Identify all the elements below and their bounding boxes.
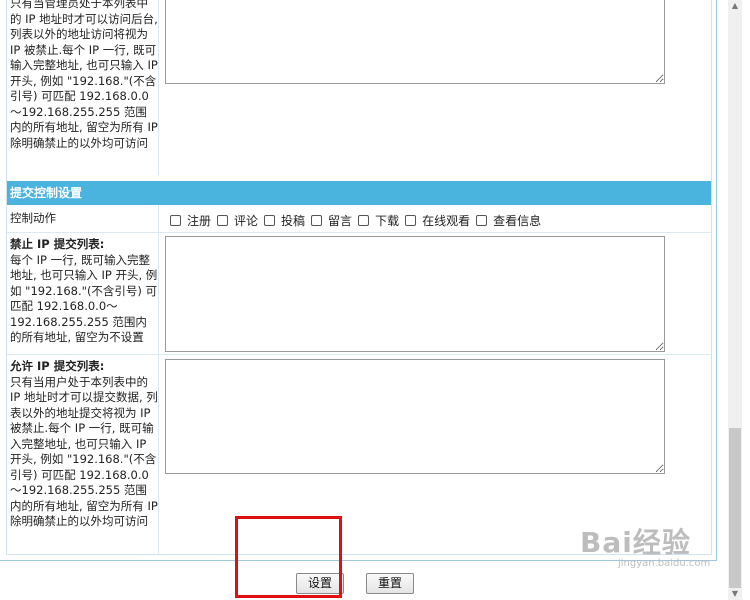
control-action-row: 控制动作 注册 评论 投稿 留言 下载 在线观看 查看信息 [7,205,711,233]
checkbox-download[interactable]: 下载 [358,212,399,229]
control-action-label: 控制动作 [7,205,159,232]
page-scrollbar-thumb[interactable] [729,428,741,588]
admin-ip-textarea[interactable] [165,0,665,84]
control-action-options: 注册 评论 投稿 留言 下载 在线观看 查看信息 [170,212,547,229]
settings-panel: 只有当管理员处于本列表中的 IP 地址时才可以访问后台, 列表以外的地址访问将视… [6,0,712,555]
checkbox-comment-box[interactable] [217,215,229,226]
checkbox-comment[interactable]: 评论 [217,212,258,229]
checkbox-online-watch-label: 在线观看 [422,214,471,228]
checkbox-submission-box[interactable] [264,215,276,226]
watermark: Bai经验 jingyan.baidu.com [580,526,720,570]
checkbox-register-box[interactable] [170,215,181,226]
checkbox-register-label: 注册 [187,214,212,228]
checkbox-submission[interactable]: 投稿 [264,212,305,229]
ban-submit-textarea[interactable] [165,236,665,352]
control-action-label-text: 控制动作 [10,211,56,225]
allow-submit-desc: 只有当用户处于本列表中的 IP 地址时才可以提交数据, 列表以外的地址提交将视为… [10,374,158,529]
checkbox-comment-label: 评论 [234,214,259,228]
checkbox-download-label: 下载 [375,214,400,228]
admin-ip-row: 只有当管理员处于本列表中的 IP 地址时才可以访问后台, 列表以外的地址访问将视… [7,0,711,182]
reset-button[interactable]: 重置 [366,573,414,594]
annotation-highlight-box [235,516,342,598]
admin-ip-desc: 只有当管理员处于本列表中的 IP 地址时才可以访问后台, 列表以外的地址访问将视… [10,0,158,150]
submit-control-section-header: 提交控制设置 [7,181,711,205]
allow-submit-row: 允许 IP 提交列表: 只有当用户处于本列表中的 IP 地址时才可以提交数据, … [7,355,711,554]
ban-submit-row: 禁止 IP 提交列表: 每个 IP 一行, 既可输入完整地址, 也可只输入 IP… [7,233,711,355]
ban-submit-desc: 每个 IP 一行, 既可输入完整地址, 也可只输入 IP 开头, 例如 "192… [10,252,158,345]
allow-submit-title: 允许 IP 提交列表: [10,359,105,373]
checkbox-register[interactable]: 注册 [170,212,211,229]
allow-submit-textarea[interactable] [165,359,665,474]
scroll-up-icon[interactable]: ▲ [728,0,742,12]
ban-submit-label: 禁止 IP 提交列表: 每个 IP 一行, 既可输入完整地址, 也可只输入 IP… [7,233,159,354]
scroll-down-icon[interactable]: ▼ [728,588,742,600]
checkbox-message[interactable]: 留言 [311,212,352,229]
watermark-main: Bai经验 [580,526,691,559]
checkbox-download-box[interactable] [358,215,370,226]
checkbox-message-box[interactable] [311,215,323,226]
checkbox-view-info-label: 查看信息 [493,214,542,228]
checkbox-online-watch[interactable]: 在线观看 [405,212,470,229]
checkbox-message-label: 留言 [328,214,353,228]
watermark-sub: jingyan.baidu.com [618,558,711,569]
allow-submit-label: 允许 IP 提交列表: 只有当用户处于本列表中的 IP 地址时才可以提交数据, … [7,355,159,554]
checkbox-online-watch-box[interactable] [405,215,417,226]
checkbox-submission-label: 投稿 [281,214,306,228]
ban-submit-title: 禁止 IP 提交列表: [10,237,105,251]
checkbox-view-info-box[interactable] [476,215,488,226]
admin-ip-label: 只有当管理员处于本列表中的 IP 地址时才可以访问后台, 列表以外的地址访问将视… [7,0,159,175]
checkbox-view-info[interactable]: 查看信息 [476,212,541,229]
